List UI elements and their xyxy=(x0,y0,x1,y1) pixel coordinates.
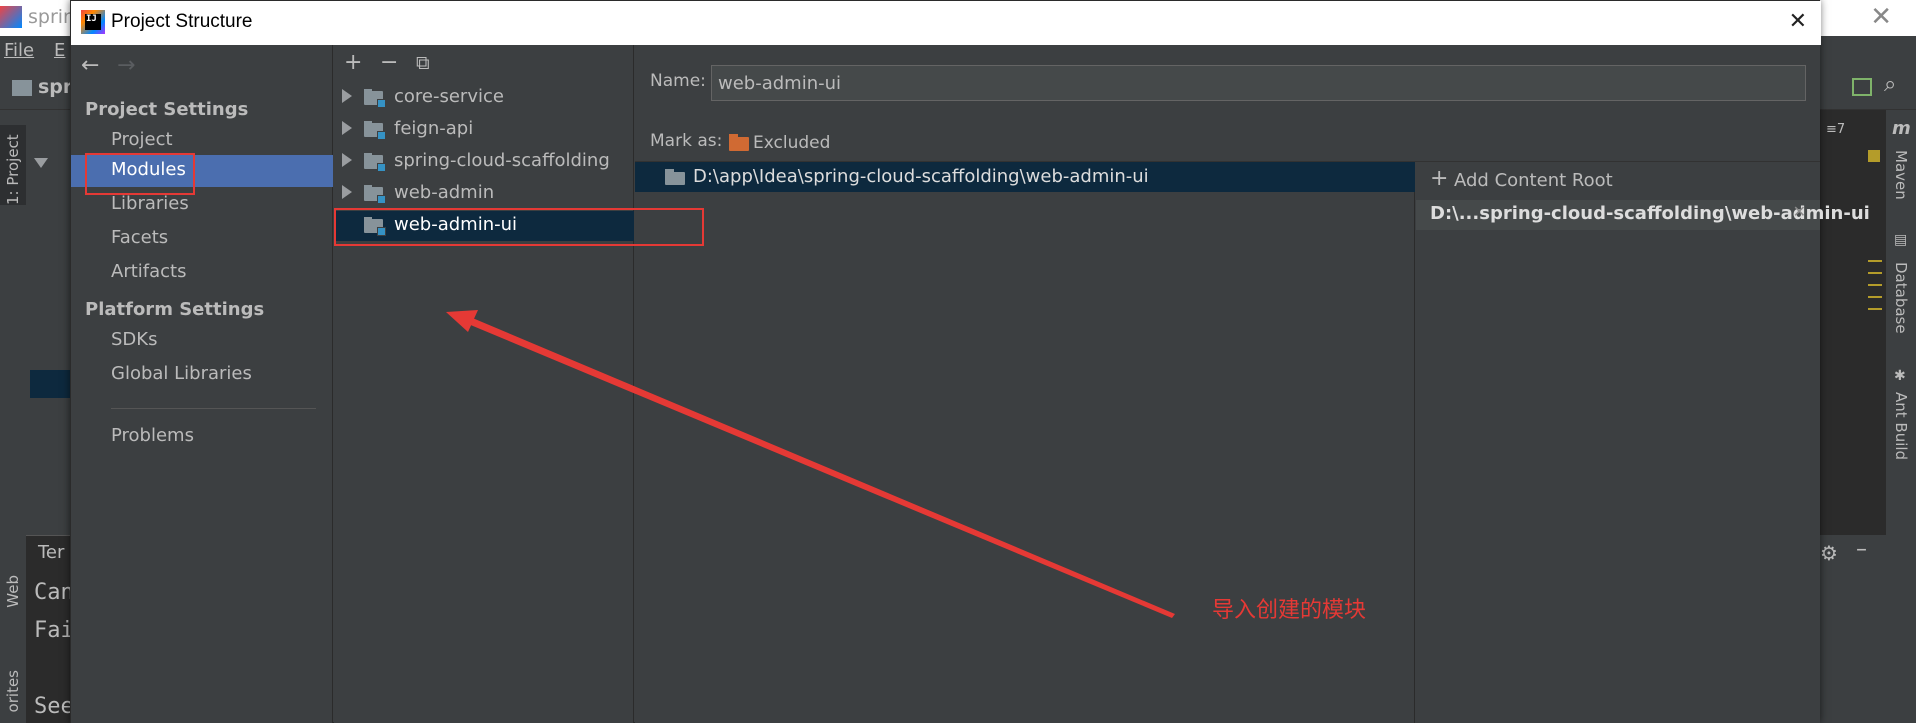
module-name: core-service xyxy=(394,86,504,107)
mark-as-label: Mark as: xyxy=(650,131,723,151)
content-roots-pane: + Add Content Root D:\...spring-cloud-sc… xyxy=(1416,162,1870,723)
project-structure-dialog: IJ Project Structure ✕ ← → Project Setti… xyxy=(70,0,1870,723)
dialog-title: Project Structure xyxy=(111,11,253,32)
right-tool-strip: m Maven ▤ Database ✱ Ant Build xyxy=(1886,110,1916,723)
nav-item-problems[interactable]: Problems xyxy=(71,421,333,453)
remove-module-icon[interactable]: − xyxy=(380,50,398,75)
module-tree-panel: + − ⧉ core-service feign-api spring-clou… xyxy=(334,45,634,723)
module-row-spring-cloud-scaffolding[interactable]: spring-cloud-scaffolding xyxy=(334,147,633,177)
intellij-icon: IJ xyxy=(81,10,105,34)
tool-tab-ant-build[interactable]: Ant Build xyxy=(1892,392,1910,460)
module-name-input[interactable] xyxy=(711,65,1806,101)
content-folder-path: D:\app\Idea\spring-cloud-scaffolding\web… xyxy=(693,166,1149,187)
right-bottom-panel: ⚙ – xyxy=(1820,535,1886,723)
annotation-text: 导入创建的模块 xyxy=(1212,598,1367,623)
module-name: feign-api xyxy=(394,118,474,139)
tool-tab-maven[interactable]: Maven xyxy=(1892,150,1910,200)
back-arrow-icon[interactable]: ← xyxy=(81,53,99,78)
modules-highlight-box xyxy=(85,153,195,195)
project-panel xyxy=(26,110,70,535)
ide-close-icon[interactable]: ✕ xyxy=(1870,2,1892,32)
expand-arrow-icon[interactable] xyxy=(342,89,352,103)
nav-divider xyxy=(111,408,316,409)
expand-arrow-icon[interactable] xyxy=(342,185,352,199)
dialog-close-icon[interactable]: ✕ xyxy=(1789,9,1807,34)
dialog-titlebar: IJ Project Structure ✕ xyxy=(71,1,1821,45)
add-content-root-label: Add Content Root xyxy=(1454,170,1613,191)
project-folder-icon xyxy=(12,80,32,96)
project-settings-header: Project Settings xyxy=(85,99,249,120)
ant-icon: ✱ xyxy=(1894,368,1906,384)
folder-icon xyxy=(665,169,685,185)
excluded-label: Excluded xyxy=(753,133,831,153)
menu-file[interactable]: File xyxy=(4,40,34,61)
copy-module-icon[interactable]: ⧉ xyxy=(416,52,430,74)
platform-settings-header: Platform Settings xyxy=(85,299,265,320)
terminal-line-2: Fai xyxy=(34,618,74,643)
ide-app-icon xyxy=(0,6,22,28)
project-tree-arrow[interactable] xyxy=(34,158,48,168)
maven-icon: m xyxy=(1892,118,1911,139)
plus-icon: + xyxy=(1430,166,1449,191)
nav-item-artifacts[interactable]: Artifacts xyxy=(71,257,333,289)
nav-item-facets[interactable]: Facets xyxy=(71,223,333,255)
name-label: Name: xyxy=(650,71,706,91)
module-folder-icon xyxy=(364,185,386,204)
warning-marker[interactable] xyxy=(1868,150,1880,162)
database-icon: ▤ xyxy=(1894,232,1908,248)
nav-item-sdks[interactable]: SDKs xyxy=(71,325,333,357)
content-folder-row[interactable]: D:\app\Idea\spring-cloud-scaffolding\web… xyxy=(635,162,1415,192)
ide-search-icon[interactable]: ⌕ xyxy=(1884,72,1896,97)
sources-area: D:\app\Idea\spring-cloud-scaffolding\web… xyxy=(635,161,1870,723)
module-folder-icon xyxy=(364,89,386,108)
tool-tab-web-label[interactable]: Web xyxy=(4,575,22,608)
module-name: web-admin xyxy=(394,182,495,203)
module-folder-icon xyxy=(364,153,386,172)
ide-project-name[interactable]: spr xyxy=(38,76,72,98)
minimize-icon[interactable]: – xyxy=(1856,537,1867,562)
editor-scroll-area: ≡7 xyxy=(1820,110,1880,540)
tool-tab-favorites-label[interactable]: orites xyxy=(4,670,22,712)
add-module-icon[interactable]: + xyxy=(344,50,362,75)
excluded-folder-icon xyxy=(729,134,749,151)
tool-tab-database[interactable]: Database xyxy=(1892,262,1910,334)
ide-window-title: sprin xyxy=(28,6,76,28)
tool-tab-project-label[interactable]: 1: Project xyxy=(4,125,22,205)
ide-layout-icon[interactable] xyxy=(1852,78,1872,96)
remove-content-root-icon[interactable]: ✕ xyxy=(1793,202,1806,221)
structure-badge[interactable]: ≡7 xyxy=(1826,122,1845,137)
terminal-line-3: See xyxy=(34,694,74,719)
content-root-entry[interactable]: D:\...spring-cloud-scaffolding\web-admin… xyxy=(1416,200,1870,230)
project-tree-selection xyxy=(30,370,70,398)
settings-nav: ← → Project Settings Project Modules Lib… xyxy=(71,45,333,723)
expand-arrow-icon[interactable] xyxy=(342,121,352,135)
folder-tree-pane: D:\app\Idea\spring-cloud-scaffolding\web… xyxy=(635,162,1415,723)
module-row-core-service[interactable]: core-service xyxy=(334,83,633,113)
expand-arrow-icon[interactable] xyxy=(342,153,352,167)
module-folder-icon xyxy=(364,121,386,140)
forward-arrow-icon[interactable]: → xyxy=(117,53,135,78)
module-row-web-admin[interactable]: web-admin xyxy=(334,179,633,209)
terminal-tab[interactable]: Ter xyxy=(38,542,64,563)
module-highlight-box xyxy=(334,208,704,246)
module-row-feign-api[interactable]: feign-api xyxy=(334,115,633,145)
terminal-panel: Ter Can Fai See xyxy=(26,535,74,723)
settings-gear-icon[interactable]: ⚙ xyxy=(1820,541,1838,565)
module-name: spring-cloud-scaffolding xyxy=(394,150,610,171)
terminal-line-1: Can xyxy=(34,580,74,605)
nav-item-global-libraries[interactable]: Global Libraries xyxy=(71,359,333,391)
menu-edit[interactable]: E xyxy=(54,40,65,61)
